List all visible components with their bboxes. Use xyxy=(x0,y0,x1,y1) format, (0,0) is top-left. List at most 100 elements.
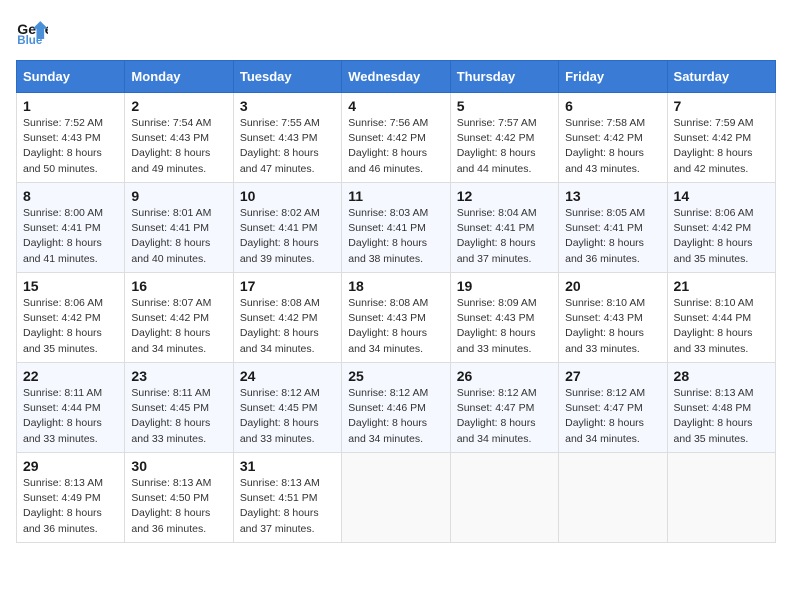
day-number: 20 xyxy=(565,278,660,294)
day-number: 1 xyxy=(23,98,118,114)
calendar-cell: 23 Sunrise: 8:11 AMSunset: 4:45 PMDayligh… xyxy=(125,363,233,453)
day-number: 28 xyxy=(674,368,769,384)
day-info: Sunrise: 8:08 AMSunset: 4:43 PMDaylight:… xyxy=(348,296,443,357)
logo-icon: General Blue xyxy=(16,16,48,48)
calendar-cell: 11 Sunrise: 8:03 AMSunset: 4:41 PMDayligh… xyxy=(342,183,450,273)
day-info: Sunrise: 8:13 AMSunset: 4:48 PMDaylight:… xyxy=(674,386,769,447)
calendar-week-3: 15 Sunrise: 8:06 AMSunset: 4:42 PMDayligh… xyxy=(17,273,776,363)
calendar-cell: 30Sunrise: 8:13 AMSunset: 4:50 PMDayligh… xyxy=(125,453,233,543)
day-number: 19 xyxy=(457,278,552,294)
day-number: 5 xyxy=(457,98,552,114)
logo: General Blue xyxy=(16,16,56,48)
day-info: Sunrise: 8:13 AMSunset: 4:49 PMDaylight:… xyxy=(23,476,118,537)
day-header-tuesday: Tuesday xyxy=(233,61,341,93)
day-number: 12 xyxy=(457,188,552,204)
day-number: 7 xyxy=(674,98,769,114)
day-number: 21 xyxy=(674,278,769,294)
day-info: Sunrise: 8:10 AMSunset: 4:43 PMDaylight:… xyxy=(565,296,660,357)
calendar-cell xyxy=(342,453,450,543)
calendar-cell: 25 Sunrise: 8:12 AMSunset: 4:46 PMDayligh… xyxy=(342,363,450,453)
day-header-sunday: Sunday xyxy=(17,61,125,93)
calendar-cell xyxy=(450,453,558,543)
day-info: Sunrise: 7:59 AMSunset: 4:42 PMDaylight:… xyxy=(674,116,769,177)
day-info: Sunrise: 8:00 AMSunset: 4:41 PMDaylight:… xyxy=(23,206,118,267)
day-info: Sunrise: 7:54 AMSunset: 4:43 PMDaylight:… xyxy=(131,116,226,177)
day-header-thursday: Thursday xyxy=(450,61,558,93)
day-header-monday: Monday xyxy=(125,61,233,93)
day-info: Sunrise: 7:55 AMSunset: 4:43 PMDaylight:… xyxy=(240,116,335,177)
day-info: Sunrise: 8:12 AMSunset: 4:47 PMDaylight:… xyxy=(565,386,660,447)
day-number: 4 xyxy=(348,98,443,114)
calendar-cell: 6 Sunrise: 7:58 AMSunset: 4:42 PMDaylight… xyxy=(559,93,667,183)
calendar-cell xyxy=(667,453,775,543)
day-number: 25 xyxy=(348,368,443,384)
calendar-cell: 4 Sunrise: 7:56 AMSunset: 4:42 PMDaylight… xyxy=(342,93,450,183)
day-info: Sunrise: 8:03 AMSunset: 4:41 PMDaylight:… xyxy=(348,206,443,267)
day-info: Sunrise: 8:11 AMSunset: 4:44 PMDaylight:… xyxy=(23,386,118,447)
day-info: Sunrise: 8:12 AMSunset: 4:47 PMDaylight:… xyxy=(457,386,552,447)
day-info: Sunrise: 7:56 AMSunset: 4:42 PMDaylight:… xyxy=(348,116,443,177)
day-number: 23 xyxy=(131,368,226,384)
calendar-cell: 5 Sunrise: 7:57 AMSunset: 4:42 PMDaylight… xyxy=(450,93,558,183)
day-info: Sunrise: 8:13 AMSunset: 4:50 PMDaylight:… xyxy=(131,476,226,537)
calendar-cell: 14Sunrise: 8:06 AMSunset: 4:42 PMDayligh… xyxy=(667,183,775,273)
calendar-cell: 16 Sunrise: 8:07 AMSunset: 4:42 PMDayligh… xyxy=(125,273,233,363)
calendar-week-1: 1Sunrise: 7:52 AMSunset: 4:43 PMDaylight… xyxy=(17,93,776,183)
calendar-cell: 9 Sunrise: 8:01 AMSunset: 4:41 PMDaylight… xyxy=(125,183,233,273)
calendar-cell: 10 Sunrise: 8:02 AMSunset: 4:41 PMDayligh… xyxy=(233,183,341,273)
calendar-cell: 20 Sunrise: 8:10 AMSunset: 4:43 PMDayligh… xyxy=(559,273,667,363)
day-number: 26 xyxy=(457,368,552,384)
calendar-cell xyxy=(559,453,667,543)
day-number: 13 xyxy=(565,188,660,204)
calendar-cell: 22 Sunrise: 8:11 AMSunset: 4:44 PMDayligh… xyxy=(17,363,125,453)
calendar-cell: 7 Sunrise: 7:59 AMSunset: 4:42 PMDaylight… xyxy=(667,93,775,183)
day-info: Sunrise: 8:10 AMSunset: 4:44 PMDaylight:… xyxy=(674,296,769,357)
calendar-cell: 1Sunrise: 7:52 AMSunset: 4:43 PMDaylight… xyxy=(17,93,125,183)
day-info: Sunrise: 8:08 AMSunset: 4:42 PMDaylight:… xyxy=(240,296,335,357)
day-number: 15 xyxy=(23,278,118,294)
day-number: 10 xyxy=(240,188,335,204)
day-number: 18 xyxy=(348,278,443,294)
day-info: Sunrise: 8:06 AMSunset: 4:42 PMDaylight:… xyxy=(23,296,118,357)
calendar-cell: 29 Sunrise: 8:13 AMSunset: 4:49 PMDayligh… xyxy=(17,453,125,543)
day-number: 29 xyxy=(23,458,118,474)
day-info: Sunrise: 8:11 AMSunset: 4:45 PMDaylight:… xyxy=(131,386,226,447)
calendar-header-row: SundayMondayTuesdayWednesdayThursdayFrid… xyxy=(17,61,776,93)
calendar-cell: 2Sunrise: 7:54 AMSunset: 4:43 PMDaylight… xyxy=(125,93,233,183)
calendar-cell: 28 Sunrise: 8:13 AMSunset: 4:48 PMDayligh… xyxy=(667,363,775,453)
page-header: General Blue xyxy=(16,16,776,48)
day-number: 9 xyxy=(131,188,226,204)
day-info: Sunrise: 7:57 AMSunset: 4:42 PMDaylight:… xyxy=(457,116,552,177)
day-header-wednesday: Wednesday xyxy=(342,61,450,93)
day-info: Sunrise: 8:02 AMSunset: 4:41 PMDaylight:… xyxy=(240,206,335,267)
day-number: 31 xyxy=(240,458,335,474)
day-number: 22 xyxy=(23,368,118,384)
calendar-cell: 27 Sunrise: 8:12 AMSunset: 4:47 PMDayligh… xyxy=(559,363,667,453)
day-info: Sunrise: 8:07 AMSunset: 4:42 PMDaylight:… xyxy=(131,296,226,357)
day-number: 16 xyxy=(131,278,226,294)
day-info: Sunrise: 8:12 AMSunset: 4:46 PMDaylight:… xyxy=(348,386,443,447)
day-number: 27 xyxy=(565,368,660,384)
calendar-cell: 13Sunrise: 8:05 AMSunset: 4:41 PMDayligh… xyxy=(559,183,667,273)
day-info: Sunrise: 8:13 AMSunset: 4:51 PMDaylight:… xyxy=(240,476,335,537)
calendar-cell: 19 Sunrise: 8:09 AMSunset: 4:43 PMDayligh… xyxy=(450,273,558,363)
day-info: Sunrise: 7:58 AMSunset: 4:42 PMDaylight:… xyxy=(565,116,660,177)
day-info: Sunrise: 8:04 AMSunset: 4:41 PMDaylight:… xyxy=(457,206,552,267)
calendar-cell: 24Sunrise: 8:12 AMSunset: 4:45 PMDayligh… xyxy=(233,363,341,453)
day-number: 11 xyxy=(348,188,443,204)
calendar-cell: 18 Sunrise: 8:08 AMSunset: 4:43 PMDayligh… xyxy=(342,273,450,363)
day-header-friday: Friday xyxy=(559,61,667,93)
day-info: Sunrise: 8:09 AMSunset: 4:43 PMDaylight:… xyxy=(457,296,552,357)
day-number: 6 xyxy=(565,98,660,114)
calendar-week-2: 8Sunrise: 8:00 AMSunset: 4:41 PMDaylight… xyxy=(17,183,776,273)
day-number: 24 xyxy=(240,368,335,384)
day-number: 14 xyxy=(674,188,769,204)
day-info: Sunrise: 8:01 AMSunset: 4:41 PMDaylight:… xyxy=(131,206,226,267)
calendar-table: SundayMondayTuesdayWednesdayThursdayFrid… xyxy=(16,60,776,543)
day-number: 3 xyxy=(240,98,335,114)
calendar-week-5: 29 Sunrise: 8:13 AMSunset: 4:49 PMDayligh… xyxy=(17,453,776,543)
calendar-cell: 12 Sunrise: 8:04 AMSunset: 4:41 PMDayligh… xyxy=(450,183,558,273)
calendar-cell: 15 Sunrise: 8:06 AMSunset: 4:42 PMDayligh… xyxy=(17,273,125,363)
day-header-saturday: Saturday xyxy=(667,61,775,93)
calendar-cell: 21 Sunrise: 8:10 AMSunset: 4:44 PMDayligh… xyxy=(667,273,775,363)
